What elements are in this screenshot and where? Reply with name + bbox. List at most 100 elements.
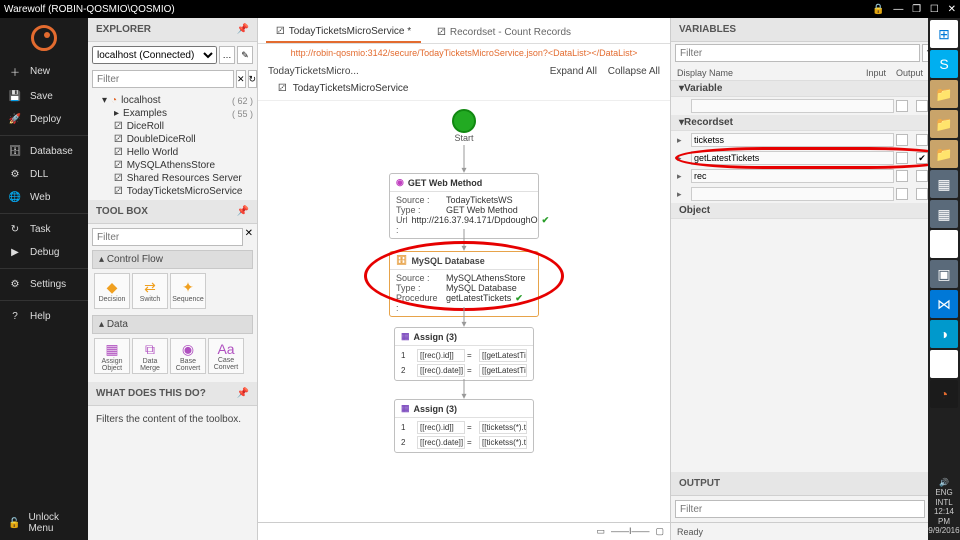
tool-case-convert[interactable]: AaCase Convert <box>208 338 244 374</box>
expand-icon[interactable]: ▸ <box>677 171 689 182</box>
input-checkbox[interactable] <box>896 152 908 164</box>
help-header: WHAT DOES THIS DO? 📌 <box>88 382 257 406</box>
col-input: Input <box>866 68 896 78</box>
tree-examples[interactable]: ▸Examples( 55 ) <box>92 107 253 120</box>
pin-icon[interactable]: 📌 <box>237 388 249 399</box>
node-assign-2[interactable]: ▦Assign (3) 1[[rec().id]]=[[ticketss(*).… <box>394 399 534 453</box>
input-checkbox[interactable] <box>896 170 908 182</box>
tree-mysqlathensstore[interactable]: ⚂MySQLAthensStore <box>92 159 253 172</box>
group-variable[interactable]: ▾ Variable <box>671 81 960 97</box>
minimize-icon[interactable]: — <box>893 4 903 15</box>
nav-dll[interactable]: ⚙DLL <box>0 163 88 186</box>
tool-base-convert[interactable]: ◉Base Convert <box>170 338 206 374</box>
rs-name[interactable] <box>691 151 894 165</box>
rs-name[interactable] <box>691 187 894 201</box>
explorer-filter[interactable] <box>92 70 234 88</box>
node-assign-1[interactable]: ▦Assign (3) 1[[rec().id]]=[[getLatestTic… <box>394 327 534 381</box>
tree-helloworld[interactable]: ⚂Hello World <box>92 146 253 159</box>
tree-root[interactable]: ▾◔localhost( 62 ) <box>92 94 253 107</box>
input-checkbox[interactable] <box>896 134 908 146</box>
tree-doublediceroll[interactable]: ⚂DoubleDiceRoll <box>92 133 253 146</box>
tab-todaytickets[interactable]: ⚂TodayTicketsMicroService * <box>266 22 421 43</box>
variables-filter[interactable] <box>675 44 920 62</box>
canvas-area: ⚂TodayTicketsMicroService * ⚂Recordset -… <box>258 18 670 540</box>
nav-task[interactable]: ↻Task <box>0 218 88 241</box>
conn-ellipsis[interactable]: … <box>219 46 235 64</box>
tool-sequence[interactable]: ✦Sequence <box>170 273 206 309</box>
expand-all[interactable]: Expand All <box>550 66 597 77</box>
breadcrumb[interactable]: TodayTicketsMicro... <box>268 66 359 77</box>
tool-data-merge[interactable]: ⧉Data Merge <box>132 338 168 374</box>
tree-diceroll[interactable]: ⚂DiceRoll <box>92 120 253 133</box>
service-url[interactable]: http://robin-qosmio:3142/secure/TodayTic… <box>258 44 670 62</box>
pin-icon[interactable]: 📌 <box>237 206 249 217</box>
output-checkbox[interactable] <box>916 170 928 182</box>
nav-web[interactable]: 🌐Web <box>0 186 88 209</box>
input-checkbox[interactable] <box>896 188 908 200</box>
toolbox-filter[interactable] <box>92 228 243 246</box>
rs-name[interactable] <box>691 169 894 183</box>
taskbar-chrome-icon[interactable]: ◉ <box>930 230 958 258</box>
tree-todaytickets[interactable]: ⚂TodayTicketsMicroService <box>92 185 253 198</box>
collapse-all[interactable]: Collapse All <box>608 66 660 77</box>
output-checkbox[interactable]: ✔ <box>916 152 928 164</box>
output-checkbox[interactable] <box>916 100 928 112</box>
lock-icon[interactable]: 🔒 <box>872 4 884 15</box>
expand-icon[interactable]: ▸ <box>677 153 689 164</box>
explorer-tree: ▾◔localhost( 62 ) ▸Examples( 55 ) ⚂DiceR… <box>88 92 257 200</box>
nav-unlock[interactable]: 🔓Unlock Menu <box>0 506 88 540</box>
taskbar-warewolf-icon[interactable]: ◔ <box>930 380 958 408</box>
output-filter[interactable] <box>675 500 925 518</box>
input-checkbox[interactable] <box>896 100 908 112</box>
group-object[interactable]: Object <box>671 203 960 219</box>
taskbar-app-icon[interactable]: ◑ <box>930 320 958 348</box>
tool-assign-object[interactable]: ▦Assign Object <box>94 338 130 374</box>
nav-new[interactable]: ＋New <box>0 58 88 85</box>
group-control-flow[interactable]: ▴ Control Flow <box>92 250 253 269</box>
taskbar-skype-icon[interactable]: S <box>930 50 958 78</box>
conn-edit[interactable]: ✎ <box>237 46 253 64</box>
nav-settings[interactable]: ⚙Settings <box>0 273 88 296</box>
taskbar-windows-icon[interactable]: ⊞ <box>930 20 958 48</box>
pin-icon[interactable]: 📌 <box>237 24 249 35</box>
taskbar-app-icon[interactable]: ⋯ <box>930 350 958 378</box>
connection-select[interactable]: localhost (Connected) <box>92 46 217 64</box>
start-node[interactable]: Start <box>452 109 476 143</box>
tree-sharedresources[interactable]: ⚂Shared Resources Server <box>92 172 253 185</box>
output-checkbox[interactable] <box>916 134 928 146</box>
close-icon[interactable]: ✕ <box>948 4 956 15</box>
filter-refresh[interactable]: ↻ <box>248 70 258 88</box>
fit-icon[interactable]: ▢ <box>655 526 664 537</box>
taskbar-folder-icon[interactable]: 📁 <box>930 80 958 108</box>
tab-recordset[interactable]: ⚂Recordset - Count Records <box>427 22 581 43</box>
filter-clear[interactable]: ✕ <box>245 228 253 246</box>
group-data[interactable]: ▴ Data <box>92 315 253 334</box>
system-tray-clock[interactable]: 🔊 ENG INTL 12:14 PM 9/9/2016 <box>928 478 960 540</box>
nav-debug[interactable]: ▶Debug <box>0 241 88 264</box>
tool-decision[interactable]: ◆Decision <box>94 273 130 309</box>
tool-switch[interactable]: ⇄Switch <box>132 273 168 309</box>
expand-icon[interactable]: ▸ <box>677 189 689 200</box>
restore-icon[interactable]: ❐ <box>912 4 921 15</box>
nav-deploy[interactable]: 🚀Deploy <box>0 108 88 131</box>
group-recordset[interactable]: ▾ Recordset <box>671 115 960 131</box>
nav-save[interactable]: 💾Save <box>0 85 88 108</box>
zoom-indicator[interactable]: ▭ <box>596 526 605 537</box>
filter-clear[interactable]: ✕ <box>236 70 246 88</box>
taskbar-vs-icon[interactable]: ⋈ <box>930 290 958 318</box>
var-name-input[interactable] <box>691 99 894 113</box>
taskbar-app-icon[interactable]: ▦ <box>930 200 958 228</box>
taskbar-app-icon[interactable]: ▦ <box>930 170 958 198</box>
expand-icon[interactable]: ▸ <box>677 135 689 146</box>
output-checkbox[interactable] <box>916 188 928 200</box>
maximize-icon[interactable]: ☐ <box>930 4 939 15</box>
nav-help[interactable]: ?Help <box>0 305 88 328</box>
nav-database[interactable]: 🗄Database <box>0 140 88 163</box>
rs-name[interactable] <box>691 133 894 147</box>
variables-header: VARIABLES 📌 <box>671 18 960 42</box>
zoom-slider[interactable]: ——I—— <box>611 526 650 537</box>
taskbar-app-icon[interactable]: ▣ <box>930 260 958 288</box>
taskbar-folder-icon[interactable]: 📁 <box>930 110 958 138</box>
workflow-canvas[interactable]: Start ▾ ◉GET Web Method Source :TodayTic… <box>258 101 670 522</box>
taskbar-folder-icon[interactable]: 📁 <box>930 140 958 168</box>
